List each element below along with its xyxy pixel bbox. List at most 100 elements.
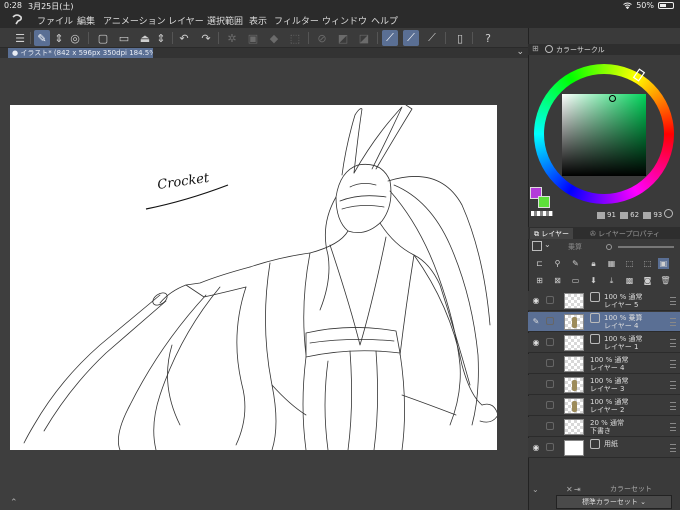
- chevron-down-icon[interactable]: ⌄: [544, 240, 551, 249]
- layer-row[interactable]: 20 % 通常 下書き: [528, 417, 680, 437]
- clip-studio-icon[interactable]: ◎: [67, 30, 83, 46]
- snap-grid-icon[interactable]: ⟋: [424, 30, 440, 46]
- mask-enable-icon[interactable]: ⬚: [624, 258, 635, 269]
- tab-layer[interactable]: ⧉ レイヤー: [530, 228, 574, 239]
- delete-layer-icon[interactable]: 🗑︎: [660, 275, 671, 286]
- undo-icon[interactable]: ↶: [176, 30, 192, 46]
- layer-color-toggle-icon[interactable]: ▣: [658, 258, 669, 269]
- eye-icon[interactable]: ◉: [531, 443, 541, 453]
- menu-select[interactable]: 選択範囲: [207, 14, 243, 27]
- lock-toggle-icon[interactable]: [546, 443, 554, 451]
- color-picker-cursor[interactable]: [609, 95, 616, 102]
- save-icon[interactable]: ⏏: [137, 30, 153, 46]
- layer-row[interactable]: 100 % 通常 レイヤー 3: [528, 375, 680, 395]
- chevron-up-icon[interactable]: ⌃: [10, 498, 18, 508]
- drag-handle-icon[interactable]: [670, 444, 676, 452]
- menu-view[interactable]: 表示: [249, 14, 267, 27]
- layer-row[interactable]: 100 % 通常 レイヤー 2: [528, 396, 680, 416]
- lock-toggle-icon[interactable]: [546, 338, 554, 346]
- lock-toggle-icon[interactable]: [546, 401, 554, 409]
- layer-row[interactable]: ◉ 用紙: [528, 438, 680, 458]
- drag-handle-icon[interactable]: [670, 339, 676, 347]
- draft-layer-icon[interactable]: ✎: [570, 258, 581, 269]
- combine-down-icon[interactable]: ⤓: [606, 275, 617, 286]
- drag-handle-icon[interactable]: [670, 402, 676, 410]
- updown-icon[interactable]: ⇕: [51, 30, 67, 46]
- lock-transparency-icon[interactable]: ▦: [606, 258, 617, 269]
- clear-icon[interactable]: ✲: [224, 30, 240, 46]
- collapse-icon[interactable]: ⊞: [532, 44, 539, 53]
- lock-toggle-icon[interactable]: [546, 380, 554, 388]
- sub-color-swatch[interactable]: [538, 196, 550, 208]
- updown-icon-2[interactable]: ⇕: [153, 30, 169, 46]
- lock-toggle-icon[interactable]: [546, 359, 554, 367]
- help-icon[interactable]: ?: [480, 30, 496, 46]
- drag-handle-icon[interactable]: [670, 297, 676, 305]
- drag-handle-icon[interactable]: [670, 318, 676, 326]
- saturation-value-square[interactable]: [562, 94, 646, 176]
- tab-layer-property[interactable]: ✇ レイヤープロパティ: [586, 228, 664, 239]
- lock-toggle-icon[interactable]: [546, 317, 554, 325]
- eye-icon[interactable]: [531, 401, 541, 411]
- collapse-icon[interactable]: ⌄: [532, 485, 539, 494]
- menu-help[interactable]: ヘルプ: [371, 14, 398, 27]
- clear-outside-icon[interactable]: ▣: [245, 30, 261, 46]
- opacity-slider[interactable]: [618, 246, 674, 248]
- eye-icon[interactable]: [531, 422, 541, 432]
- snap-special-ruler-icon[interactable]: ⟋: [403, 30, 419, 46]
- eye-icon[interactable]: [531, 359, 541, 369]
- create-mask-icon[interactable]: ▩: [624, 275, 635, 286]
- new-folder-icon[interactable]: ▭: [570, 275, 581, 286]
- lock-toggle-icon[interactable]: [546, 296, 554, 304]
- drag-handle-icon[interactable]: [670, 381, 676, 389]
- drag-handle-icon[interactable]: [670, 423, 676, 431]
- layer-color-icon[interactable]: [532, 241, 542, 251]
- fill-icon[interactable]: ◆: [266, 30, 282, 46]
- layer-row[interactable]: ✎ 100 % 乗算 レイヤー 4: [528, 312, 680, 332]
- clip-layer-icon[interactable]: ⊏: [534, 258, 545, 269]
- opacity-knob-icon[interactable]: [606, 244, 612, 250]
- transfer-down-icon[interactable]: ⬇: [588, 275, 599, 286]
- lock-layer-icon[interactable]: 🔒︎: [588, 258, 599, 269]
- menu-file[interactable]: ファイル: [37, 14, 73, 27]
- pen-edit-icon[interactable]: ✎: [531, 317, 541, 327]
- document-tab[interactable]: ● イラスト* (842 x 596px 350dpi 184.5%): [8, 48, 153, 58]
- color-set-select[interactable]: 標準カラーセット ⌄: [556, 495, 672, 509]
- redo-icon[interactable]: ↷: [198, 30, 214, 46]
- eye-icon[interactable]: [531, 380, 541, 390]
- menu-filter[interactable]: フィルター: [274, 14, 319, 27]
- new-vector-layer-icon[interactable]: ⊠: [552, 275, 563, 286]
- ruler-show-icon[interactable]: ⬚: [642, 258, 653, 269]
- layer-row[interactable]: ◉ 100 % 通常 レイヤー 1: [528, 333, 680, 353]
- expand-icon[interactable]: ⇥: [574, 485, 581, 494]
- open-folder-icon[interactable]: ▭: [116, 30, 132, 46]
- transparent-color-swatch[interactable]: [531, 211, 553, 216]
- snap-ruler-icon[interactable]: ⟋: [382, 30, 398, 46]
- layer-row[interactable]: 100 % 通常 レイヤー 4: [528, 354, 680, 374]
- color-settings-icon[interactable]: [664, 209, 673, 218]
- invert-selection-icon[interactable]: ◩: [335, 30, 351, 46]
- chevron-down-icon[interactable]: ⌄: [516, 47, 524, 57]
- canvas-paper[interactable]: Crocket: [10, 105, 497, 450]
- clip-studio-logo-icon[interactable]: [10, 13, 24, 27]
- close-icon[interactable]: ✕: [566, 485, 573, 494]
- transform-icon[interactable]: ⬚: [287, 30, 303, 46]
- eye-icon[interactable]: ◉: [531, 338, 541, 348]
- menu-animation[interactable]: アニメーション: [103, 14, 166, 27]
- new-file-icon[interactable]: ▢: [95, 30, 111, 46]
- apply-mask-icon[interactable]: ◙: [642, 275, 653, 286]
- drag-handle-icon[interactable]: [670, 360, 676, 368]
- crop-icon[interactable]: ◪: [356, 30, 372, 46]
- new-raster-layer-icon[interactable]: ⊞: [534, 275, 545, 286]
- tool-property-icon[interactable]: ✎: [34, 30, 50, 46]
- menu-list-icon[interactable]: ☰: [12, 30, 28, 46]
- blend-mode-select[interactable]: 乗算: [568, 242, 582, 252]
- layer-row[interactable]: ◉ 100 % 通常 レイヤー 5: [528, 291, 680, 311]
- menu-layer[interactable]: レイヤー: [168, 14, 204, 27]
- smartphone-icon[interactable]: ▯: [452, 30, 468, 46]
- eye-icon[interactable]: ◉: [531, 296, 541, 306]
- menu-edit[interactable]: 編集: [77, 14, 95, 27]
- menu-window[interactable]: ウィンドウ: [322, 14, 367, 27]
- deselect-icon[interactable]: ⊘: [314, 30, 330, 46]
- reference-layer-icon[interactable]: ⚲: [552, 258, 563, 269]
